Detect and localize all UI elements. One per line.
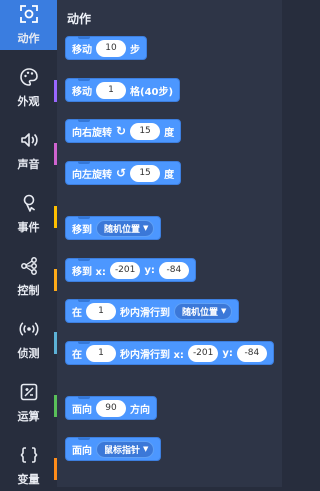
y-input[interactable]: -84 [236,344,267,362]
block-unit: 步 [130,44,140,56]
category-label: 变量 [17,473,40,486]
x-input[interactable]: -201 [187,344,219,362]
chevron-down-icon: ▼ [143,224,149,232]
chevron-down-icon: ▼ [221,307,227,315]
block-label: 移动 [72,44,92,56]
category-label: 运算 [17,410,40,423]
operators-icon [18,381,40,403]
events-icon [18,192,40,214]
category-label: 外观 [17,95,40,108]
category-rail: 动作 外观 声音 事件 控制 侦测 运算 变量 [0,0,57,487]
rotate-counterclockwise-icon: ↺ [116,166,127,180]
category-events[interactable]: 事件 [0,189,57,239]
grid-input[interactable]: 1 [96,81,126,99]
category-label: 声音 [17,158,40,171]
goto-target-dropdown[interactable]: 随机位置 ▼ [96,219,155,237]
category-sensing[interactable]: 侦测 [0,315,57,365]
block-unit: 格(40步) [130,86,174,98]
point-towards-block[interactable]: 面向 鼠标指针 ▼ [65,437,162,461]
dropdown-value: 随机位置 [182,307,219,318]
sensing-icon [18,318,40,340]
category-variables[interactable]: 变量 [0,441,57,491]
block-label-mid: 秒内滑行到 [120,307,170,319]
glide-target-dropdown[interactable]: 随机位置 ▼ [174,302,233,320]
block-unit: 方向 [130,404,150,416]
block-unit: 度 [164,127,175,139]
move-steps-block[interactable]: 移动 10 步 [65,36,147,60]
turn-right-block[interactable]: 向右旋转 ↻ 15 度 [65,119,182,143]
category-control[interactable]: 控制 [0,252,57,302]
app: 动作 外观 声音 事件 控制 侦测 运算 变量 动作 移动 10 步 移动 1 … [0,0,282,487]
point-direction-block[interactable]: 面向 90 方向 [65,396,157,420]
seconds-input[interactable]: 1 [86,344,116,362]
dropdown-value: 随机位置 [104,224,141,235]
category-motion[interactable]: 动作 [0,0,57,50]
category-operators[interactable]: 运算 [0,378,57,428]
category-label: 动作 [17,32,40,45]
steps-input[interactable]: 10 [96,39,126,57]
category-label: 控制 [17,284,40,297]
block-label: 移到 [72,224,92,236]
block-label-y: y: [222,347,233,359]
category-label: 侦测 [17,347,40,360]
block-label: 移到 x: [72,266,106,278]
y-input[interactable]: -84 [158,261,189,279]
block-label: 向右旋转 [72,127,112,139]
block-label: 向左旋转 [72,169,112,181]
block-label: 面向 [72,445,92,457]
move-grid-block[interactable]: 移动 1 格(40步) [65,78,181,102]
glide-to-block[interactable]: 在 1 秒内滑行到 随机位置 ▼ [65,299,240,323]
sound-icon [18,129,40,151]
towards-target-dropdown[interactable]: 鼠标指针 ▼ [96,440,155,458]
goto-block[interactable]: 移到 随机位置 ▼ [65,216,162,240]
chevron-down-icon: ▼ [143,445,149,453]
category-sound[interactable]: 声音 [0,126,57,176]
seconds-input[interactable]: 1 [86,302,116,320]
palette-section-title: 动作 [67,12,92,26]
block-label: 面向 [72,404,92,416]
category-label: 事件 [17,221,40,234]
category-looks[interactable]: 外观 [0,63,57,113]
motion-icon [18,3,40,25]
x-input[interactable]: -201 [109,261,141,279]
degrees-input[interactable]: 15 [130,164,161,182]
block-label: 在 [72,307,82,319]
direction-input[interactable]: 90 [96,399,126,417]
control-icon [18,255,40,277]
block-label-mid: 秒内滑行到 x: [120,349,184,361]
dropdown-value: 鼠标指针 [104,445,141,456]
looks-icon [18,66,40,88]
block-label: 在 [72,349,82,361]
block-unit: 度 [164,169,175,181]
block-label: 移动 [72,86,92,98]
glide-xy-block[interactable]: 在 1 秒内滑行到 x: -201 y: -84 [65,341,274,365]
variables-icon [18,444,40,466]
degrees-input[interactable]: 15 [130,122,161,140]
block-label-y: y: [144,264,155,276]
rotate-clockwise-icon: ↻ [116,124,127,138]
turn-left-block[interactable]: 向左旋转 ↺ 15 度 [65,161,182,185]
goto-xy-block[interactable]: 移到 x: -201 y: -84 [65,258,196,282]
